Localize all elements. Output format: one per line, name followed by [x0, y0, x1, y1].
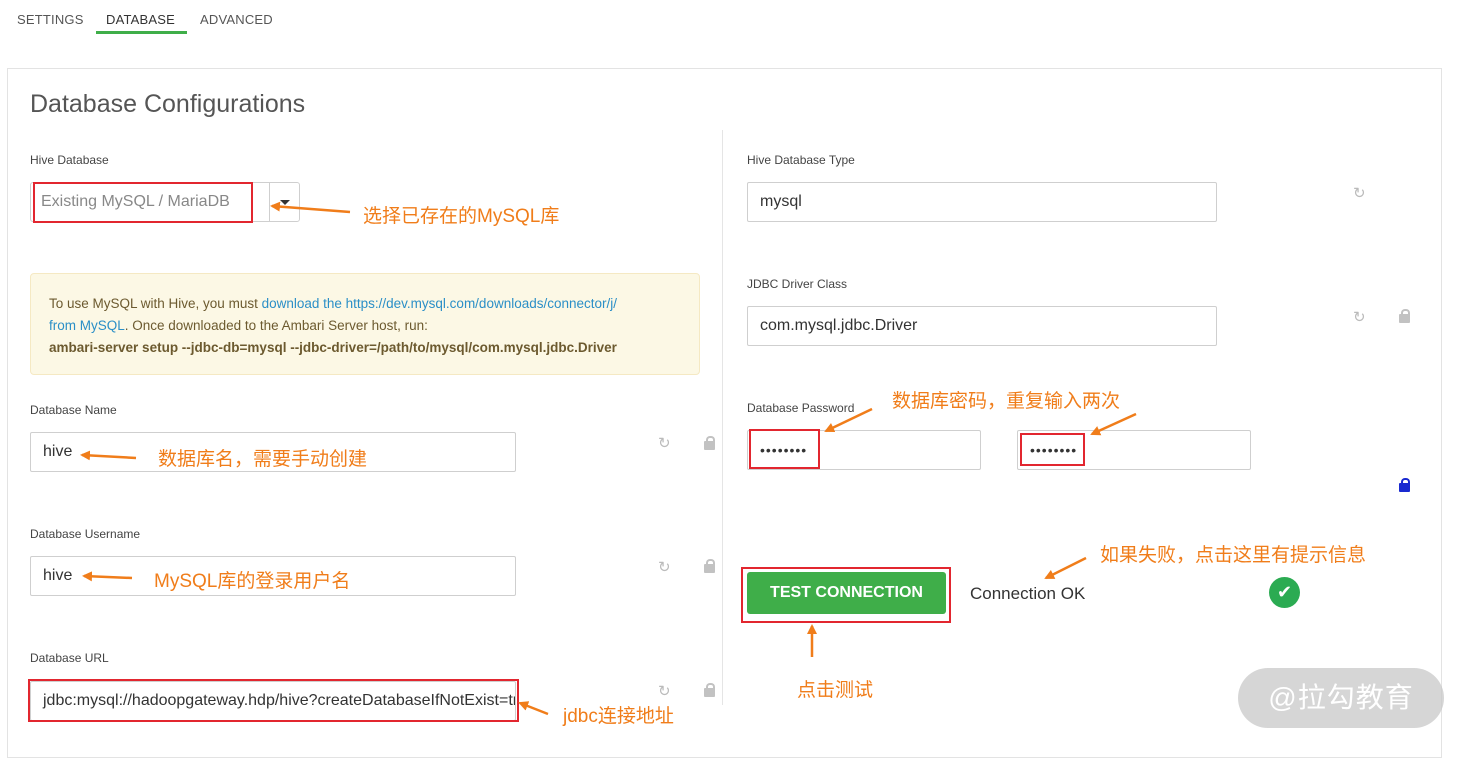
- annotation-failure-hint: 如果失败，点击这里有提示信息: [1100, 545, 1367, 566]
- annotation-select-existing: 选择已存在的MySQL库: [363, 206, 560, 227]
- annotation-password: 数据库密码，重复输入两次: [892, 391, 1121, 412]
- annotation-db-name: 数据库名，需要手动创建: [158, 449, 368, 470]
- arrow-password: [824, 407, 873, 433]
- arrow-db-username: [82, 571, 133, 582]
- annotation-click-test: 点击测试: [797, 680, 874, 701]
- arrow-confirm-password: [1090, 412, 1137, 436]
- annotation-db-username: MySQL库的登录用户名: [154, 571, 351, 592]
- annotation-arrows: [80, 201, 1137, 716]
- arrow-db-name: [80, 450, 137, 461]
- watermark: @拉勾教育: [1238, 668, 1444, 728]
- arrow-failure-hint: [1044, 556, 1087, 580]
- annotation-jdbc-url: jdbc连接地址: [563, 706, 674, 727]
- arrow-select: [270, 201, 351, 214]
- arrow-jdbc-url: [518, 701, 549, 716]
